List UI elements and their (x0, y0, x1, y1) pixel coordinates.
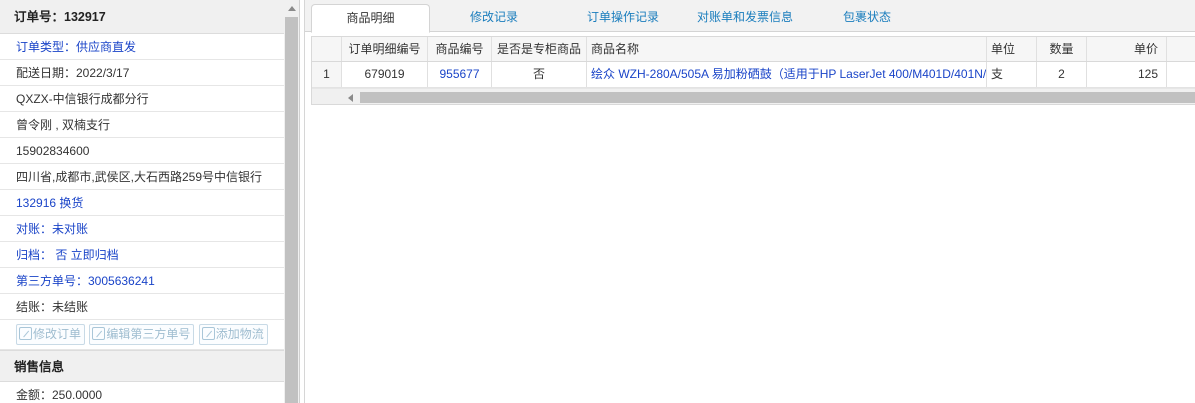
product-name-link[interactable]: 绘众 WZH-280A/505A 易加粉硒鼓（适用于HP LaserJet 40… (587, 62, 987, 87)
quantity-cell: 2 (1037, 62, 1087, 87)
product-code-link[interactable]: 955677 (428, 62, 492, 87)
row-number-cell: 1 (312, 62, 342, 87)
order-info-scrollbar[interactable] (284, 0, 299, 403)
order-info-scroll-area: 订单号：132917 订单类型：供应商直发 配送日期：2022/3/17 QXZ… (0, 0, 284, 403)
edit-icon (92, 327, 106, 340)
amount-row: 金额：250.0000 (0, 382, 284, 403)
unit-price-cell: 125 (1087, 62, 1167, 87)
customer-name-row: QXZX-中信银行成都分行 (0, 86, 284, 112)
phone-row: 15902834600 (0, 138, 284, 164)
column-header-unit-price[interactable]: 单价 (1087, 37, 1167, 61)
contact-row: 曾令刚 , 双楠支行 (0, 112, 284, 138)
detail-panel: 商品明细 修改记录 订单操作记录 对账单和发票信息 包裹状态 订单明细编号 商品… (304, 0, 1195, 403)
edit-icon (201, 327, 215, 340)
grid-horizontal-scrollbar[interactable] (312, 88, 1195, 104)
order-number-header: 订单号：132917 (0, 0, 284, 34)
detail-tab-bar: 商品明细 修改记录 订单操作记录 对账单和发票信息 包裹状态 (305, 0, 1195, 33)
column-header-is-counter[interactable]: 是否是专柜商品 (492, 37, 587, 61)
tab-product-details[interactable]: 商品明细 (311, 4, 430, 33)
edit-third-party-button[interactable]: 编辑第三方单号 (89, 324, 195, 345)
delivery-date-row: 配送日期：2022/3/17 (0, 60, 284, 86)
settlement-status-row: 结账：未结账 (0, 294, 284, 320)
related-order-link[interactable]: 132916 换货 (0, 190, 284, 216)
tab-package-status[interactable]: 包裹状态 (829, 4, 905, 32)
edit-icon (19, 327, 32, 340)
edit-third-party-label: 编辑第三方单号 (106, 327, 191, 341)
column-header-product-code[interactable]: 商品编号 (428, 37, 492, 61)
order-info-panel: 订单号：132917 订单类型：供应商直发 配送日期：2022/3/17 QXZ… (0, 0, 300, 403)
column-header-quantity[interactable]: 数量 (1037, 37, 1087, 61)
scrollbar-thumb[interactable] (285, 17, 298, 403)
order-action-bar: 修改订单 编辑第三方单号 添加物流 (0, 320, 284, 350)
horizontal-scrollbar-thumb[interactable] (360, 92, 1195, 103)
reconciliation-status-row: 对账：未对账 (0, 216, 284, 242)
add-logistics-label: 添加物流 (215, 327, 264, 341)
tab-modification-history[interactable]: 修改记录 (453, 4, 535, 32)
sales-info-header: 销售信息 (0, 350, 284, 382)
column-header-detail-id[interactable]: 订单明细编号 (342, 37, 428, 61)
grid-header-row: 订单明细编号 商品编号 是否是专柜商品 商品名称 单位 数量 单价 (312, 37, 1195, 62)
product-detail-grid: 订单明细编号 商品编号 是否是专柜商品 商品名称 单位 数量 单价 1 6790… (311, 36, 1195, 105)
archive-row[interactable]: 归档： 否 立即归档 (0, 242, 284, 268)
table-row[interactable]: 1 679019 955677 否 绘众 WZH-280A/505A 易加粉硒鼓… (312, 62, 1195, 88)
scroll-up-arrow-icon[interactable] (284, 0, 299, 16)
scroll-left-arrow-icon[interactable] (342, 89, 358, 104)
detail-id-cell: 679019 (342, 62, 428, 87)
unit-cell: 支 (987, 62, 1037, 87)
address-row: 四川省,成都市,武侯区,大石西路259号中信银行 (0, 164, 284, 190)
is-counter-cell: 否 (492, 62, 587, 87)
add-logistics-button[interactable]: 添加物流 (198, 324, 268, 345)
order-type-row: 订单类型：供应商直发 (0, 34, 284, 60)
modify-order-label: 修改订单 (33, 327, 82, 341)
third-party-number-row: 第三方单号：3005636241 (0, 268, 284, 294)
tab-order-operation-log[interactable]: 订单操作记录 (571, 4, 675, 32)
tab-statement-invoice[interactable]: 对账单和发票信息 (685, 4, 805, 32)
modify-order-button[interactable]: 修改订单 (16, 324, 86, 345)
column-header-unit[interactable]: 单位 (987, 37, 1037, 61)
column-header-product-name[interactable]: 商品名称 (587, 37, 987, 61)
column-header-rownum (312, 37, 342, 61)
